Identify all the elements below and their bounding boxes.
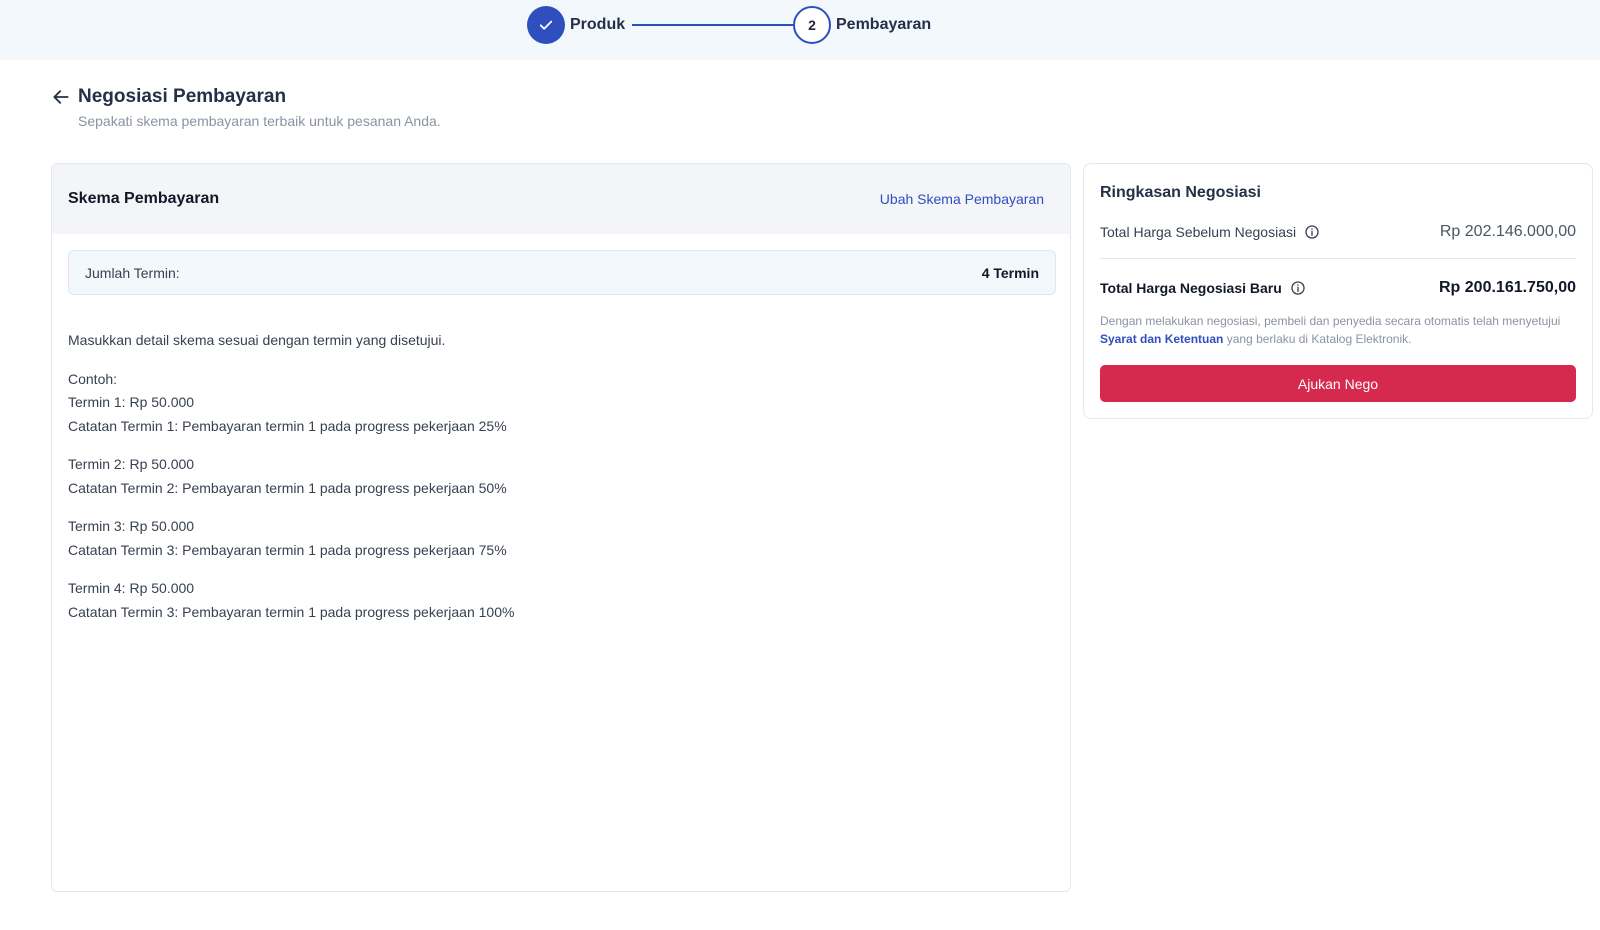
term-note: Catatan Termin 3: Pembayaran termin 1 pa… bbox=[68, 603, 515, 620]
term-example: Termin 2: Rp 50.000 Catatan Termin 2: Pe… bbox=[68, 453, 514, 500]
term-count-label: Jumlah Termin: bbox=[85, 264, 180, 281]
price-before-label-text: Total Harga Sebelum Negosiasi bbox=[1100, 224, 1297, 240]
term-amount: Termin 3: Rp 50.000 bbox=[68, 518, 195, 534]
term-example: Termin 1: Rp 50.000 Catatan Termin 1: Pe… bbox=[68, 391, 514, 438]
submit-negotiation-button[interactable]: Ajukan Nego bbox=[1100, 365, 1576, 402]
term-example: Termin 3: Rp 50.000 Catatan Termin 3: Pe… bbox=[68, 515, 514, 562]
price-new-value: Rp 200.161.750,00 bbox=[1439, 279, 1576, 296]
check-icon bbox=[527, 6, 565, 44]
payment-schema-title: Skema Pembayaran bbox=[68, 190, 220, 207]
page-title: Negosiasi Pembayaran bbox=[78, 86, 287, 107]
price-new-label: Total Harga Negosiasi Baru bbox=[1100, 280, 1306, 296]
step-produk: Produk bbox=[527, 6, 625, 44]
summary-divider bbox=[1100, 258, 1576, 259]
step-label: Produk bbox=[570, 16, 626, 33]
term-note: Catatan Termin 1: Pembayaran termin 1 pa… bbox=[68, 417, 507, 434]
stepper-bar: Produk 2 Pembayaran bbox=[0, 0, 1600, 60]
payment-schema-card: Skema Pembayaran Ubah Skema Pembayaran J… bbox=[51, 163, 1071, 892]
term-amount: Termin 4: Rp 50.000 bbox=[68, 580, 195, 596]
terms-link[interactable]: Syarat dan Ketentuan bbox=[1100, 332, 1223, 346]
term-count-box: Jumlah Termin: 4 Termin bbox=[68, 250, 1056, 295]
step-label: Pembayaran bbox=[836, 16, 932, 33]
disclaimer-pre: Dengan melakukan negosiasi, pembeli dan … bbox=[1100, 314, 1561, 328]
price-before-label: Total Harga Sebelum Negosiasi bbox=[1100, 224, 1320, 240]
term-amount: Termin 2: Rp 50.000 bbox=[68, 456, 195, 472]
price-new-label-text: Total Harga Negosiasi Baru bbox=[1100, 280, 1282, 296]
term-count-value: 4 Termin bbox=[981, 264, 1039, 281]
info-circle-icon[interactable] bbox=[1290, 280, 1306, 296]
negotiation-summary-card: Ringkasan Negosiasi Total Harga Sebelum … bbox=[1083, 163, 1593, 419]
price-before-row: Total Harga Sebelum Negosiasi Rp 202.146… bbox=[1100, 220, 1576, 244]
disclaimer-text: Dengan melakukan negosiasi, pembeli dan … bbox=[1100, 312, 1576, 348]
price-before-value: Rp 202.146.000,00 bbox=[1439, 223, 1576, 240]
page-subtitle: Sepakati skema pembayaran terbaik untuk … bbox=[78, 113, 441, 129]
step-pembayaran: 2 Pembayaran bbox=[793, 6, 931, 44]
example-label: Contoh: bbox=[68, 370, 118, 387]
disclaimer-post: yang berlaku di Katalog Elektronik. bbox=[1223, 332, 1412, 346]
step-number: 2 bbox=[793, 6, 831, 44]
info-circle-icon[interactable] bbox=[1304, 224, 1320, 240]
price-new-row: Total Harga Negosiasi Baru Rp 200.161.75… bbox=[1100, 276, 1576, 300]
schema-instructions: Masukkan detail skema sesuai dengan term… bbox=[68, 329, 514, 639]
instruction-text: Masukkan detail skema sesuai dengan term… bbox=[68, 332, 446, 348]
step-connector bbox=[632, 24, 794, 26]
term-note: Catatan Termin 3: Pembayaran termin 1 pa… bbox=[68, 541, 507, 558]
term-amount: Termin 1: Rp 50.000 bbox=[68, 394, 195, 410]
term-note: Catatan Termin 2: Pembayaran termin 1 pa… bbox=[68, 479, 507, 496]
payment-schema-header: Skema Pembayaran Ubah Skema Pembayaran bbox=[52, 164, 1070, 234]
change-payment-schema-link[interactable]: Ubah Skema Pembayaran bbox=[880, 191, 1044, 207]
arrow-left-icon[interactable] bbox=[51, 87, 71, 107]
term-example: Termin 4: Rp 50.000 Catatan Termin 3: Pe… bbox=[68, 577, 514, 624]
summary-title: Ringkasan Negosiasi bbox=[1100, 184, 1261, 201]
